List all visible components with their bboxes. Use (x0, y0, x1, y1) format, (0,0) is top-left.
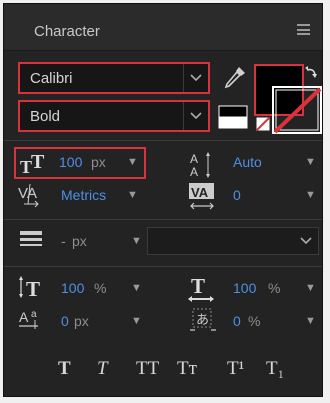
faux-italic-button[interactable]: T (97, 358, 108, 380)
font-family-value: Calibri (30, 70, 73, 87)
font-size-dropdown-caret[interactable]: ▼ (127, 156, 138, 168)
stroke-swatch[interactable] (272, 86, 322, 134)
stroke-width-dropdown-caret[interactable]: ▼ (131, 235, 142, 247)
kerning-icon: V A (18, 182, 44, 213)
default-colors-icon[interactable] (218, 105, 248, 129)
divider (4, 219, 322, 220)
chevron-down-icon (294, 228, 318, 254)
svg-text:T: T (26, 277, 40, 301)
panel-titlebar: Character (4, 4, 322, 51)
svg-text:A: A (190, 152, 198, 166)
tsume-unit: % (248, 313, 261, 329)
vertical-scale-value[interactable]: 100 (61, 280, 84, 296)
font-size-value[interactable]: 100 (59, 154, 82, 170)
svg-text:あ: あ (196, 313, 209, 328)
chevron-down-icon (183, 64, 208, 92)
horizontal-scale-unit: % (268, 280, 281, 296)
chevron-down-icon (183, 102, 208, 130)
baseline-shift-dropdown-caret[interactable]: ▼ (131, 315, 142, 327)
baseline-shift-unit: px (74, 313, 89, 329)
vertical-scale-dropdown-caret[interactable]: ▼ (131, 282, 142, 294)
svg-text:A: A (19, 309, 29, 325)
panel-menu-icon[interactable] (297, 24, 310, 35)
tsume-dropdown-caret[interactable]: ▼ (305, 315, 316, 327)
horizontal-scale-dropdown-caret[interactable]: ▼ (305, 282, 316, 294)
character-panel: Character Calibri Bold T T 100 px ▼ A A … (3, 3, 323, 397)
baseline-shift-icon: A a (18, 308, 46, 335)
stroke-style-dropdown[interactable] (147, 227, 319, 255)
horizontal-scale-icon: T (188, 274, 214, 309)
stroke-width-icon (20, 230, 42, 253)
tracking-value[interactable]: 0 (233, 187, 241, 203)
divider (4, 266, 322, 267)
svg-text:VA: VA (191, 185, 209, 200)
leading-value[interactable]: Auto (233, 154, 262, 170)
svg-text:A: A (190, 165, 198, 179)
tracking-icon: VA (188, 182, 216, 217)
baseline-shift-value[interactable]: 0 (61, 313, 69, 329)
no-stroke-icon[interactable] (256, 117, 270, 131)
all-caps-button[interactable]: TT (136, 358, 159, 380)
font-size-icon: T T (20, 151, 46, 181)
tracking-dropdown-caret[interactable]: ▼ (305, 189, 316, 201)
leading-dropdown-caret[interactable]: ▼ (305, 156, 316, 168)
font-family-dropdown[interactable]: Calibri (18, 62, 210, 94)
kerning-value[interactable]: Metrics (61, 187, 106, 203)
font-style-value: Bold (30, 108, 61, 125)
panel-title: Character (34, 23, 100, 40)
subscript-button[interactable]: T₁ (266, 358, 284, 380)
kerning-dropdown-caret[interactable]: ▼ (127, 189, 138, 201)
tsume-icon: あ (190, 306, 216, 337)
font-style-dropdown[interactable]: Bold (18, 100, 210, 132)
svg-text:a: a (31, 309, 37, 320)
stroke-width-value[interactable]: - (61, 233, 66, 249)
eyedropper-icon[interactable] (222, 64, 248, 97)
swap-colors-icon[interactable] (304, 66, 318, 87)
svg-text:T: T (31, 152, 45, 173)
font-size-unit: px (91, 154, 106, 170)
tsume-value[interactable]: 0 (233, 313, 241, 329)
small-caps-button[interactable]: Tт (177, 358, 197, 380)
leading-icon: A A (188, 150, 212, 185)
vertical-scale-icon: T (18, 275, 46, 306)
svg-text:T: T (191, 274, 205, 298)
horizontal-scale-value[interactable]: 100 (233, 280, 256, 296)
vertical-scale-unit: % (94, 280, 107, 296)
stroke-width-unit: px (72, 233, 87, 249)
superscript-button[interactable]: T¹ (227, 358, 244, 380)
faux-bold-button[interactable]: T (58, 358, 71, 380)
divider (4, 140, 322, 141)
